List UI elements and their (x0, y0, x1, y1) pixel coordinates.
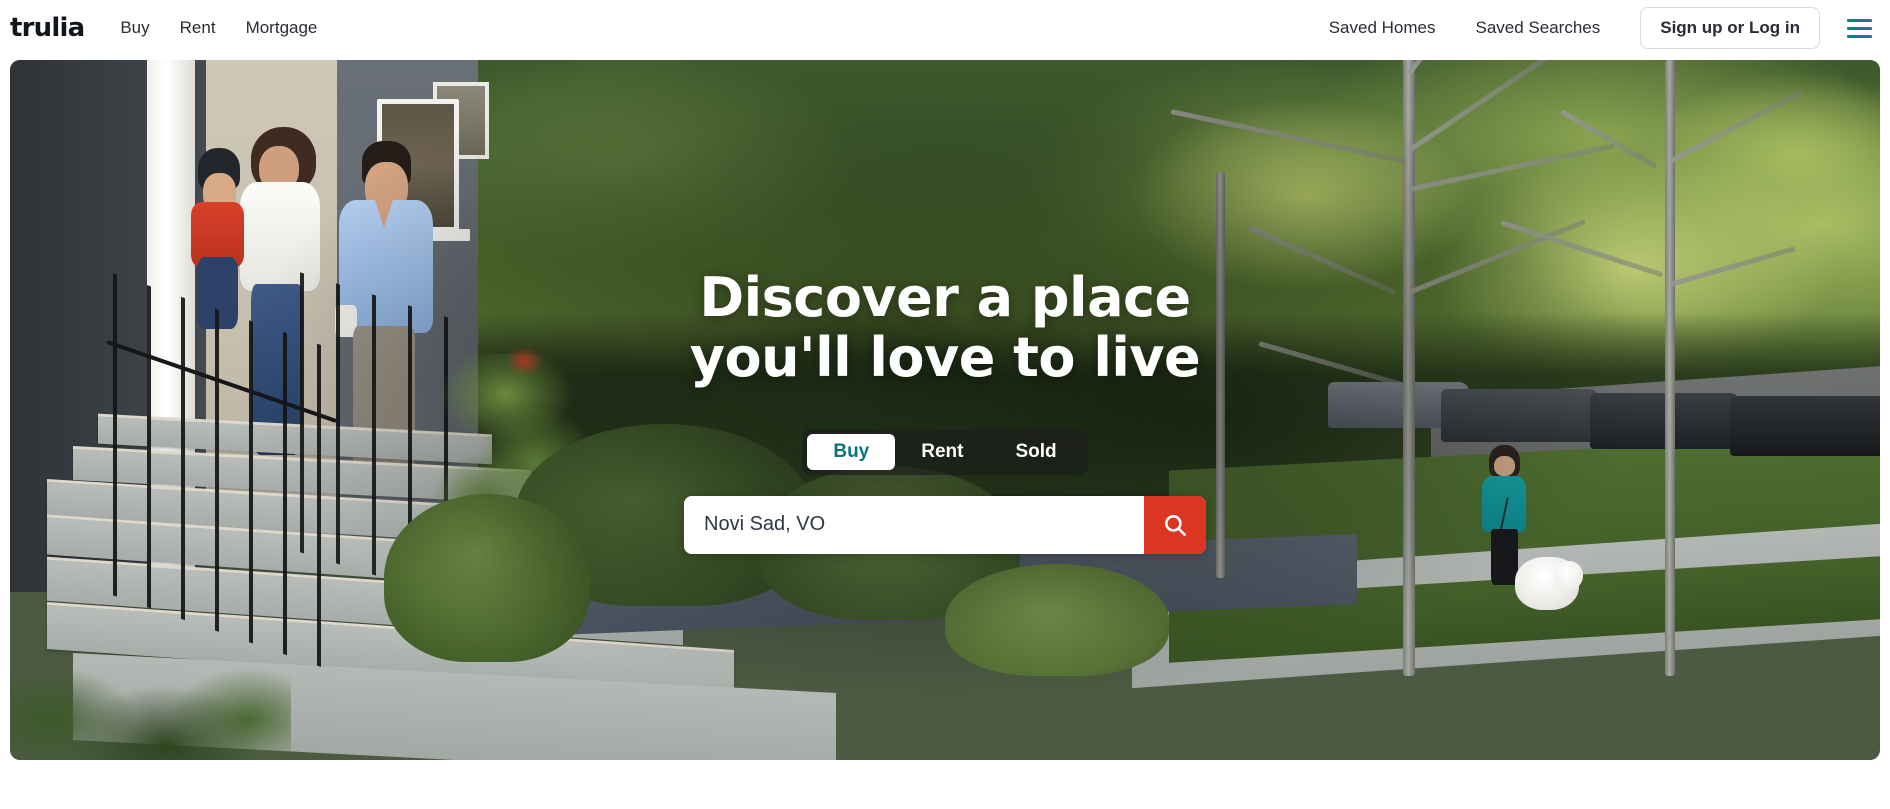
nav-item-buy[interactable]: Buy (120, 18, 149, 38)
hamburger-bar (1846, 18, 1872, 22)
search-icon (1165, 514, 1187, 536)
tab-buy[interactable]: Buy (807, 433, 896, 470)
primary-nav: Buy Rent Mortgage (120, 18, 317, 38)
hamburger-menu-icon[interactable] (1842, 11, 1876, 45)
tab-sold[interactable]: Sold (989, 434, 1082, 470)
search-submit-button[interactable] (1144, 495, 1206, 554)
hero-banner: Discover a place you'll love to live Buy… (10, 60, 1880, 760)
search-bar (684, 495, 1206, 554)
nav-item-saved-searches[interactable]: Saved Searches (1475, 18, 1600, 38)
trulia-logo[interactable]: trulia (10, 15, 85, 41)
hero-title: Discover a place you'll love to live (689, 266, 1201, 390)
search-type-tabs: Buy Rent Sold (802, 428, 1088, 475)
hero-content: Discover a place you'll love to live Buy… (10, 60, 1880, 760)
tab-rent[interactable]: Rent (895, 434, 989, 470)
hamburger-bar (1846, 26, 1872, 30)
site-header: trulia Buy Rent Mortgage Saved Homes Sav… (0, 0, 1890, 56)
hero-title-line-1: Discover a place (699, 266, 1191, 329)
hero-section: Discover a place you'll love to live Buy… (0, 56, 1890, 809)
nav-item-rent[interactable]: Rent (180, 18, 216, 38)
nav-item-saved-homes[interactable]: Saved Homes (1329, 18, 1436, 38)
sign-up-or-log-in-button[interactable]: Sign up or Log in (1640, 7, 1820, 49)
nav-item-mortgage[interactable]: Mortgage (246, 18, 318, 38)
hamburger-bar (1846, 34, 1872, 38)
search-input[interactable] (684, 495, 1144, 554)
hero-title-line-2: you'll love to live (689, 326, 1201, 390)
secondary-nav: Saved Homes Saved Searches Sign up or Lo… (1329, 7, 1890, 49)
